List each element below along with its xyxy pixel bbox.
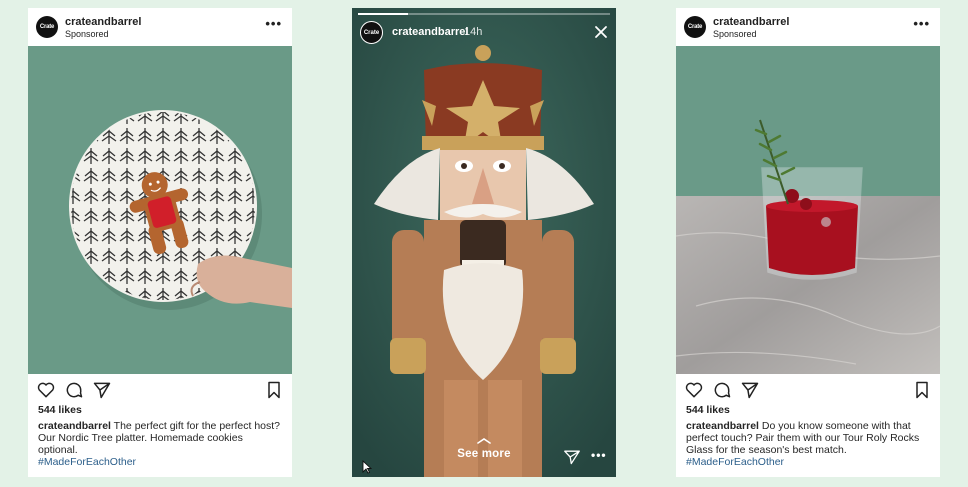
bookmark-icon[interactable] <box>912 380 932 400</box>
heart-icon[interactable] <box>36 380 56 400</box>
sponsored-label: Sponsored <box>65 29 109 39</box>
bookmark-icon[interactable] <box>264 380 284 400</box>
story-progress-bar <box>358 13 610 15</box>
comment-icon[interactable] <box>64 380 84 400</box>
hashtag-link[interactable]: #MadeForEachOther <box>38 456 284 468</box>
more-icon[interactable]: ••• <box>591 449 607 461</box>
heart-icon[interactable] <box>684 380 704 400</box>
post-caption: crateandbarrel The perfect gift for the … <box>38 420 284 468</box>
close-icon[interactable] <box>594 25 608 39</box>
story-username[interactable]: crateandbarrel <box>392 26 468 38</box>
avatar[interactable]: Crate <box>684 16 706 38</box>
story-progress-fill <box>358 13 409 15</box>
likes-count[interactable]: 544 likes <box>38 404 82 416</box>
nutcracker-image <box>352 8 616 477</box>
post-header: Crate crateandbarrel Sponsored ••• <box>28 8 292 46</box>
post-image-glass[interactable] <box>676 46 940 374</box>
share-icon[interactable] <box>563 449 581 465</box>
post-username[interactable]: crateandbarrel <box>65 16 141 28</box>
cursor-icon <box>362 460 372 474</box>
hashtag-link[interactable]: #MadeForEachOther <box>686 456 932 468</box>
caption-username[interactable]: crateandbarrel <box>686 420 759 432</box>
instagram-post-right: Crate crateandbarrel Sponsored ••• 544 l… <box>676 8 940 477</box>
post-username[interactable]: crateandbarrel <box>713 16 789 28</box>
comment-icon[interactable] <box>712 380 732 400</box>
story-avatar[interactable]: Crate <box>360 21 383 44</box>
story-timestamp: 14h <box>464 26 483 38</box>
post-actions <box>28 376 292 404</box>
see-more-label: See more <box>457 448 511 460</box>
share-icon[interactable] <box>740 380 760 400</box>
more-icon[interactable]: ••• <box>265 17 282 30</box>
post-header: Crate crateandbarrel Sponsored ••• <box>676 8 940 46</box>
more-icon[interactable]: ••• <box>913 17 930 30</box>
share-icon[interactable] <box>92 380 112 400</box>
instagram-story[interactable]: Crate crateandbarrel 14h See more ••• <box>352 8 616 477</box>
chevron-up-icon <box>477 438 491 444</box>
likes-count[interactable]: 544 likes <box>686 404 730 416</box>
post-caption: crateandbarrel Do you know someone with … <box>686 420 932 468</box>
sponsored-label: Sponsored <box>713 29 757 39</box>
post-actions <box>676 376 940 404</box>
instagram-post-left: Crate crateandbarrel Sponsored ••• 544 l… <box>28 8 292 477</box>
avatar[interactable]: Crate <box>36 16 58 38</box>
glass-illustration <box>676 46 940 374</box>
caption-username[interactable]: crateandbarrel <box>38 420 111 432</box>
post-image-platter[interactable] <box>28 46 292 374</box>
platter-illustration <box>28 46 292 374</box>
